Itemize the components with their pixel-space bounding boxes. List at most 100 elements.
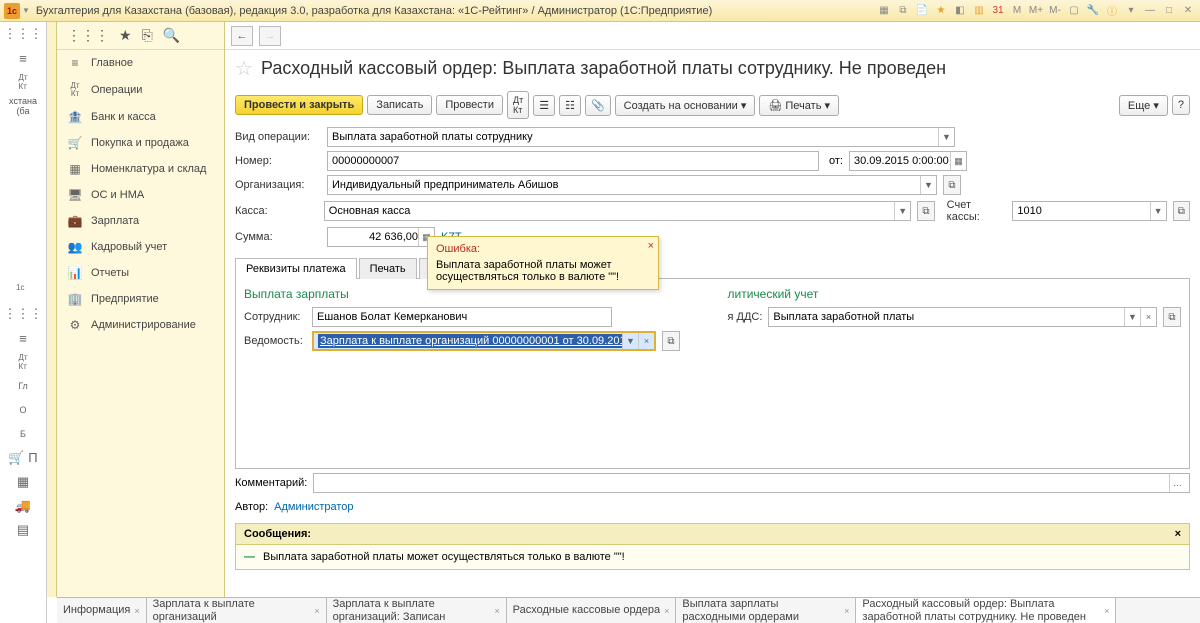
logo-small[interactable]: 1c xyxy=(0,278,46,302)
post-button[interactable]: Провести xyxy=(436,95,503,115)
window-tab[interactable]: Расходные кассовые ордера× xyxy=(507,598,677,623)
favorite-star-icon[interactable]: ☆ xyxy=(235,56,253,81)
open-button[interactable]: ⧉ xyxy=(1163,307,1181,327)
wicon[interactable]: ⧉ xyxy=(895,3,911,19)
layers-icon[interactable]: ▤ xyxy=(0,518,46,542)
close-icon[interactable]: × xyxy=(664,606,669,616)
dds-field[interactable]: Выплата заработной платы▼× xyxy=(768,307,1157,327)
grid-icon[interactable]: ▦ xyxy=(0,470,46,494)
clear-icon[interactable]: × xyxy=(638,333,654,349)
minimize-icon[interactable]: — xyxy=(1142,3,1158,19)
create-based-button[interactable]: Создать на основании ▾ xyxy=(615,95,756,116)
tab-print[interactable]: Печать xyxy=(359,258,417,279)
calendar-icon[interactable]: ▦ xyxy=(950,152,966,170)
sidebar-item-bank[interactable]: 🏦Банк и касса xyxy=(57,104,224,130)
help-button[interactable]: ? xyxy=(1172,95,1190,115)
truck-icon[interactable]: 🚚 xyxy=(0,494,46,518)
sheet-field[interactable]: Зарплата к выплате организаций 000000000… xyxy=(312,331,656,351)
message-row[interactable]: — Выплата заработной платы может осущест… xyxy=(235,545,1190,570)
wicon[interactable]: ◧ xyxy=(952,3,968,19)
sidebar-item-sales[interactable]: 🛒Покупка и продажа xyxy=(57,130,224,156)
wicon[interactable]: 🔧 xyxy=(1085,3,1101,19)
open-button[interactable]: ⧉ xyxy=(943,175,961,195)
attach-button[interactable]: 📎 xyxy=(585,95,611,116)
maximize-icon[interactable]: □ xyxy=(1161,3,1177,19)
structure-button[interactable]: ☰ xyxy=(533,95,555,116)
sidebar-item-main[interactable]: ≡Главное xyxy=(57,50,224,76)
search-icon[interactable]: 🔍 xyxy=(163,27,180,44)
wicon[interactable]: ▾ xyxy=(1123,3,1139,19)
window-tab[interactable]: Зарплата к выплате организаций: Записан× xyxy=(327,598,507,623)
sidebar-item-admin[interactable]: ⚙Администрирование xyxy=(57,312,224,338)
panel-collapse[interactable] xyxy=(47,22,57,597)
sidebar-item-salary[interactable]: 💼Зарплата xyxy=(57,208,224,234)
info-icon[interactable]: ⓘ xyxy=(1104,3,1120,19)
close-icon[interactable]: × xyxy=(1104,606,1109,616)
dtkt-icon[interactable]: ДтКт xyxy=(0,350,46,374)
more-button[interactable]: Еще ▾ xyxy=(1119,95,1168,116)
print-button[interactable]: 🖨 Печать ▾ xyxy=(759,95,839,116)
calendar-icon[interactable]: 31 xyxy=(990,3,1006,19)
expand-icon[interactable]: … xyxy=(1169,474,1185,492)
sidebar-item-reports[interactable]: 📊Отчеты xyxy=(57,260,224,286)
chevron-down-icon[interactable]: ▼ xyxy=(622,333,638,349)
clear-icon[interactable]: × xyxy=(1140,308,1156,326)
close-icon[interactable]: × xyxy=(648,240,654,252)
close-icon[interactable]: × xyxy=(134,606,139,616)
dtkt-icon[interactable]: ДтКт xyxy=(0,70,46,94)
open-button[interactable]: ⧉ xyxy=(662,331,680,351)
window-tab[interactable]: Расходный кассовый ордер: Выплата зарабо… xyxy=(856,598,1116,623)
sidebar-item-hr[interactable]: 👥Кадровый учет xyxy=(57,234,224,260)
wicon[interactable]: ▢ xyxy=(1066,3,1082,19)
dtkt-button[interactable]: ДтКт xyxy=(507,91,529,119)
wicon[interactable]: 📄 xyxy=(914,3,930,19)
grid-icon[interactable]: ⋮⋮⋮ xyxy=(0,302,46,326)
clipboard-icon[interactable]: ⎘ xyxy=(142,27,153,44)
app-menu-dropdown[interactable]: ▼ xyxy=(22,6,30,15)
close-icon[interactable]: ✕ xyxy=(1180,3,1196,19)
post-close-button[interactable]: Провести и закрыть xyxy=(235,95,363,115)
open-button[interactable]: ⧉ xyxy=(1173,201,1190,221)
forward-button[interactable]: → xyxy=(259,26,281,46)
window-tab[interactable]: Информация× xyxy=(57,598,147,623)
close-icon[interactable]: × xyxy=(314,606,319,616)
save-button[interactable]: Записать xyxy=(367,95,432,115)
close-icon[interactable]: × xyxy=(494,606,499,616)
open-button[interactable]: ⧉ xyxy=(917,201,934,221)
number-field[interactable]: 00000000007 xyxy=(327,151,819,171)
comment-field[interactable]: … xyxy=(313,473,1190,493)
org-field[interactable]: Индивидуальный предприниматель Абишов▼ xyxy=(327,175,937,195)
chevron-down-icon[interactable]: ▼ xyxy=(920,176,936,194)
wicon[interactable]: M+ xyxy=(1028,3,1044,19)
back-button[interactable]: ← xyxy=(231,26,253,46)
chevron-down-icon[interactable]: ▼ xyxy=(1150,202,1166,220)
employee-field[interactable]: Ешанов Болат Кемерканович xyxy=(312,307,612,327)
sidebar-item-stock[interactable]: ▦Номенклатура и склад xyxy=(57,156,224,182)
window-tab[interactable]: Выплата зарплаты расходными ордерами× xyxy=(676,598,856,623)
related-button[interactable]: ☷ xyxy=(559,95,581,116)
wicon[interactable]: M xyxy=(1009,3,1025,19)
sidebar-item-assets[interactable]: 🖥ОС и НМА xyxy=(57,182,224,208)
sidebar-item-company[interactable]: 🏢Предприятие xyxy=(57,286,224,312)
close-icon[interactable]: × xyxy=(1175,528,1181,540)
close-icon[interactable]: × xyxy=(844,606,849,616)
menu-icon[interactable]: ≡ xyxy=(0,326,46,350)
cart-icon[interactable]: 🛒 П xyxy=(0,446,46,470)
acc-field[interactable]: 1010▼ xyxy=(1012,201,1166,221)
grid-icon[interactable]: ⋮⋮⋮ xyxy=(67,27,109,44)
calc-icon[interactable]: ▥ xyxy=(971,3,987,19)
cash-field[interactable]: Основная касса▼ xyxy=(324,201,911,221)
tab-payment-details[interactable]: Реквизиты платежа xyxy=(235,258,357,279)
chevron-down-icon[interactable]: ▼ xyxy=(938,128,954,146)
date-field[interactable]: 30.09.2015 0:00:00▦ xyxy=(849,151,967,171)
author-link[interactable]: Администратор xyxy=(274,501,353,513)
chevron-down-icon[interactable]: ▼ xyxy=(894,202,910,220)
wicon[interactable]: M- xyxy=(1047,3,1063,19)
sum-field[interactable]: 42 636,00▦ xyxy=(327,227,435,247)
wicon[interactable]: ▦ xyxy=(876,3,892,19)
op-type-field[interactable]: Выплата заработной платы сотруднику▼ xyxy=(327,127,955,147)
chevron-down-icon[interactable]: ▼ xyxy=(1124,308,1140,326)
menu-icon[interactable]: ≡ xyxy=(0,46,46,70)
window-tab[interactable]: Зарплата к выплате организаций× xyxy=(147,598,327,623)
star-icon[interactable]: ★ xyxy=(119,27,132,44)
